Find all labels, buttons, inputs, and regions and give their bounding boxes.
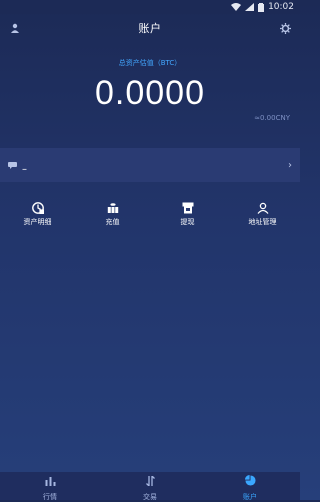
tab-market[interactable]: 行情: [20, 471, 80, 502]
total-asset-label: 总资产估值（BTC）: [118, 59, 182, 67]
address-icon: [257, 202, 269, 214]
notice-bar[interactable]: – ›: [0, 148, 300, 182]
withdraw-icon: [182, 202, 194, 214]
asset-detail-button[interactable]: 资产明细: [3, 201, 73, 227]
address-management-label: 地址管理: [248, 217, 277, 226]
account-pie-icon: [244, 471, 256, 490]
wifi-icon: [231, 3, 242, 11]
tab-market-label: 行情: [43, 492, 57, 501]
message-icon: [8, 154, 17, 173]
action-row: 资产明细 充值 提现 地址管理: [0, 196, 300, 232]
chart-icon: [45, 471, 56, 490]
asset-detail-label: 资产明细: [23, 217, 52, 226]
bottom-tab-bar: 行情 交易 账户: [0, 471, 300, 502]
exchange-icon: [145, 471, 156, 490]
settings-gear-icon[interactable]: [278, 21, 292, 35]
deposit-button[interactable]: 充值: [78, 202, 148, 227]
asset-detail-icon: [31, 201, 44, 214]
notice-text: –: [22, 164, 27, 175]
battery-icon: [258, 2, 265, 12]
tab-trade-label: 交易: [143, 492, 157, 501]
tab-account-label: 账户: [243, 492, 257, 501]
withdraw-button[interactable]: 提现: [153, 202, 223, 227]
signal-icon: [245, 3, 255, 11]
address-management-button[interactable]: 地址管理: [228, 202, 298, 227]
status-bar: 10:02: [0, 0, 300, 14]
asset-cny-value: ≈0.00CNY: [254, 114, 290, 122]
deposit-label: 充值: [105, 217, 120, 226]
withdraw-label: 提现: [180, 217, 195, 226]
deposit-icon: [107, 202, 119, 214]
total-asset-value: 0.0000: [95, 74, 205, 112]
status-time: 10:02: [268, 2, 294, 12]
page-title: 账户: [138, 22, 162, 35]
app-header: 账户: [0, 14, 300, 42]
user-icon[interactable]: [8, 21, 22, 35]
tab-account[interactable]: 账户: [220, 471, 280, 502]
tab-trade[interactable]: 交易: [120, 471, 180, 502]
chevron-right-icon: ›: [288, 160, 292, 171]
